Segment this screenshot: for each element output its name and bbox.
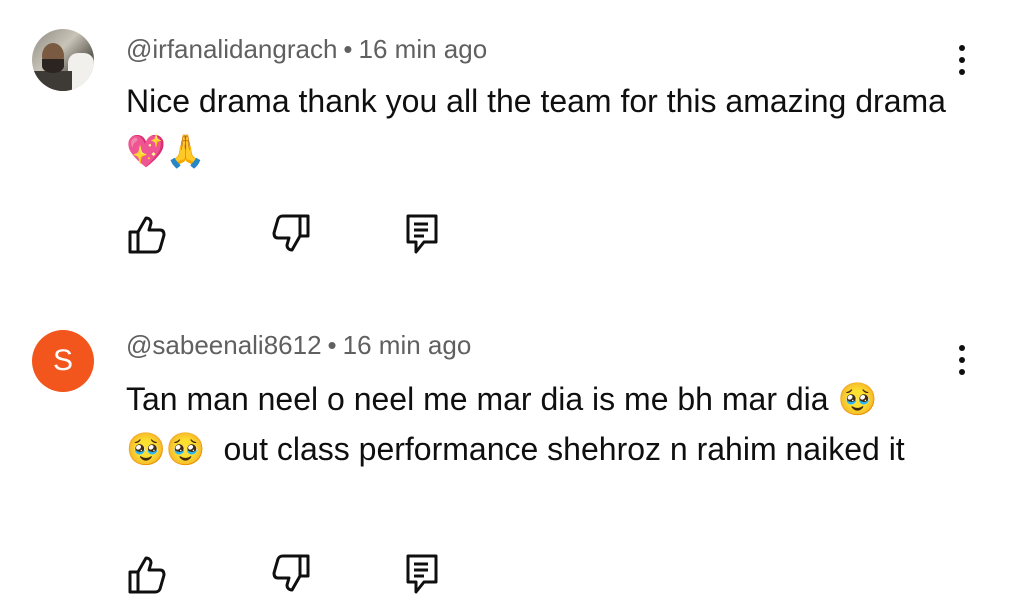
meta-separator: • (327, 330, 337, 360)
like-button[interactable] (124, 212, 168, 256)
like-icon (128, 556, 166, 594)
dislike-icon (272, 554, 310, 592)
dislike-button[interactable] (270, 212, 314, 256)
avatar[interactable] (32, 29, 94, 91)
comment-emoji-line2: 🥹🥹 (126, 430, 206, 468)
comment-item: @irfanalidangrach • 16 min ago Nice drama … (0, 0, 1024, 290)
comment-time: 16 min ago (358, 34, 488, 64)
like-button[interactable] (124, 552, 168, 596)
comment-emoji-inline: 🥹 (837, 380, 878, 418)
comment-text: Tan man neel o neel me mar dia is me bh … (126, 374, 956, 474)
reply-button[interactable] (400, 212, 444, 256)
comment-text: Nice drama thank you all the team for th… (126, 76, 956, 176)
dislike-button[interactable] (270, 552, 314, 596)
reply-icon (406, 214, 438, 254)
comment-body-part2: out class performance shehroz n rahim na… (223, 431, 905, 467)
comment-author[interactable]: @sabeenali8612 (126, 330, 322, 360)
vertical-dots-icon (959, 45, 965, 75)
avatar[interactable]: S (32, 330, 94, 392)
comment-emojis: 💖🙏 (126, 132, 206, 170)
comment-author[interactable]: @irfanalidangrach (126, 34, 337, 64)
comment-body-part1: Tan man neel o neel me mar dia is me bh … (126, 381, 829, 417)
comment-meta: @sabeenali8612 • 16 min ago (126, 330, 471, 361)
dislike-icon (272, 214, 310, 252)
reply-icon (406, 554, 438, 594)
reply-button[interactable] (400, 552, 444, 596)
vertical-dots-icon (959, 345, 965, 375)
more-options-button[interactable] (950, 340, 974, 380)
comment-body: Nice drama thank you all the team for th… (126, 83, 946, 119)
comment-meta: @irfanalidangrach • 16 min ago (126, 34, 487, 65)
more-options-button[interactable] (950, 40, 974, 80)
like-icon (128, 216, 166, 254)
comment-item: S @sabeenali8612 • 16 min ago Tan man neel… (0, 300, 1024, 594)
meta-separator: • (343, 34, 353, 64)
comment-time: 16 min ago (342, 330, 472, 360)
avatar-letter: S (52, 344, 73, 377)
